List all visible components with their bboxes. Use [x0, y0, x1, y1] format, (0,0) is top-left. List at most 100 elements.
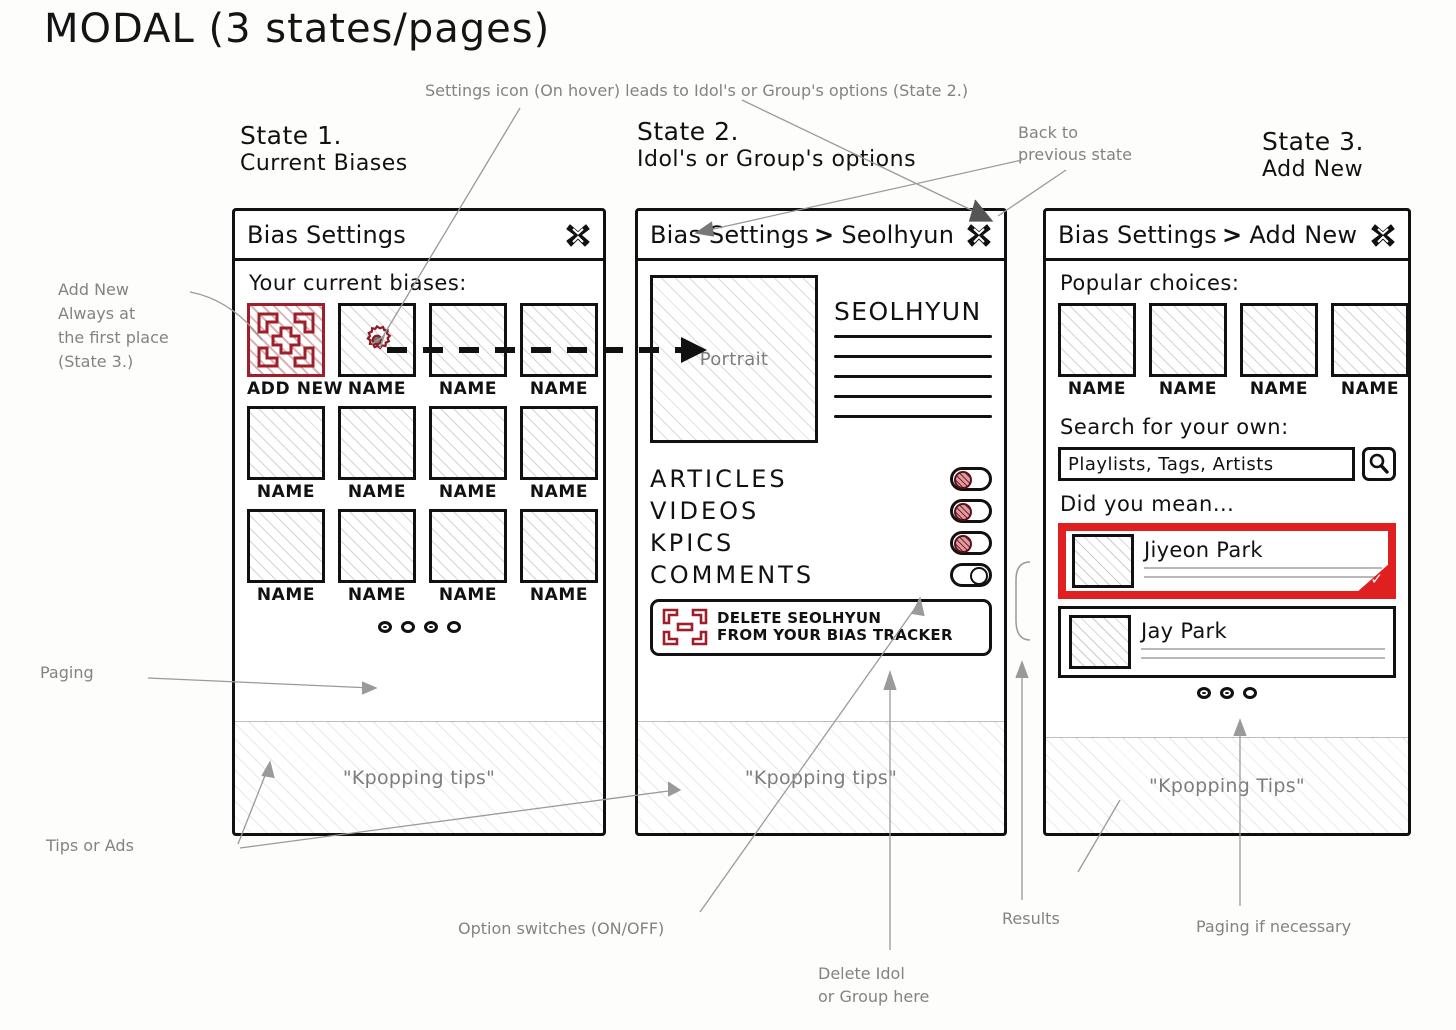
search-input[interactable]: Playlists, Tags, Artists — [1058, 447, 1355, 481]
paging-dot[interactable] — [377, 621, 392, 633]
bias-tile[interactable]: NAME — [338, 406, 416, 502]
state-1-caption-sub: Current Biases — [240, 151, 408, 176]
bias-tile-image[interactable] — [338, 509, 416, 583]
bias-tile[interactable]: NAME — [520, 509, 598, 605]
search-result-row-selected[interactable]: Jiyeon Park ✓ — [1058, 523, 1396, 599]
search-row: Playlists, Tags, Artists — [1058, 447, 1396, 481]
search-result-row[interactable]: Jay Park — [1058, 606, 1396, 678]
state-2-caption: State 2. Idol's or Group's options — [637, 118, 916, 173]
popular-choice-tile[interactable]: NAME — [1331, 303, 1409, 399]
result-name: Jiyeon Park — [1144, 537, 1263, 562]
bias-tile-label: NAME — [529, 585, 589, 605]
paging-dot[interactable] — [400, 621, 415, 633]
toggle-kpics[interactable] — [950, 531, 992, 555]
check-icon: ✓ — [1370, 570, 1383, 588]
tips-ads-text: "Kpopping tips" — [342, 766, 496, 789]
breadcrumb-root[interactable]: Bias Settings — [1058, 221, 1217, 249]
meta-line — [834, 335, 992, 338]
delete-button-text: DELETE SEOLHYUN FROM YOUR BIAS TRACKER — [717, 610, 953, 644]
close-icon[interactable] — [563, 220, 593, 250]
popular-choice-image[interactable] — [1240, 303, 1318, 377]
toggle-videos[interactable] — [950, 499, 992, 523]
state-3-caption-main: State 3. — [1262, 127, 1364, 156]
tips-ads-text: "Kpopping Tips" — [1149, 774, 1305, 797]
annotation-paging: Paging — [40, 663, 94, 682]
result-detail-line — [1144, 575, 1382, 578]
popular-choice-label: NAME — [1340, 379, 1400, 399]
idol-meta: SEOLHYUN — [834, 275, 992, 443]
paging-dot[interactable] — [1197, 687, 1211, 699]
bias-tile-image[interactable] — [520, 406, 598, 480]
delete-marker-icon — [662, 608, 708, 646]
result-thumbnail — [1069, 615, 1131, 669]
annotation-add-new: Add New Always at the first place (State… — [58, 280, 169, 371]
popular-choice-image[interactable] — [1331, 303, 1409, 377]
paging-dot[interactable] — [1220, 687, 1234, 699]
paging-dots[interactable] — [247, 621, 591, 633]
popular-choices-label: Popular choices: — [1060, 271, 1240, 295]
meta-line — [834, 395, 992, 398]
popular-choice-tile[interactable]: NAME — [1149, 303, 1227, 399]
bias-tile[interactable]: NAME — [429, 406, 507, 502]
meta-line — [834, 415, 992, 418]
bias-tile-label: NAME — [529, 482, 589, 502]
chevron-right-icon: > — [814, 220, 835, 249]
popular-choice-image[interactable] — [1149, 303, 1227, 377]
result-info: Jiyeon Park — [1144, 538, 1382, 585]
tips-ads-strip[interactable]: "Kpopping Tips" — [1046, 737, 1408, 833]
bias-tile-label: NAME — [529, 379, 589, 399]
option-row-kpics[interactable]: KPICS — [650, 529, 992, 557]
bias-tile[interactable]: NAME — [338, 509, 416, 605]
bias-tile[interactable]: NAME — [429, 509, 507, 605]
add-new-tile[interactable] — [247, 303, 325, 377]
close-icon[interactable] — [964, 220, 994, 250]
bias-tile-image[interactable] — [247, 509, 325, 583]
bias-tile-image[interactable] — [247, 406, 325, 480]
option-row-comments[interactable]: COMMENTS — [650, 561, 992, 589]
option-label: VIDEOS — [650, 497, 760, 525]
toggle-articles[interactable] — [950, 467, 992, 491]
delete-bias-button[interactable]: DELETE SEOLHYUN FROM YOUR BIAS TRACKER — [650, 599, 992, 656]
tips-ads-strip[interactable]: "Kpopping tips" — [638, 721, 1004, 833]
bias-tile-image[interactable] — [338, 406, 416, 480]
bias-tile-image[interactable] — [520, 509, 598, 583]
bias-tile-label: NAME — [256, 482, 316, 502]
option-row-articles[interactable]: ARTICLES — [650, 465, 992, 493]
annotation-paging-if-necessary: Paging if necessary — [1196, 917, 1352, 936]
panel-1-title: Bias Settings — [247, 220, 407, 249]
paging-dot[interactable] — [423, 621, 438, 633]
search-button[interactable] — [1362, 447, 1396, 481]
option-label: KPICS — [650, 529, 735, 557]
bias-tile-label: NAME — [438, 379, 498, 399]
close-icon[interactable] — [1368, 220, 1398, 250]
result-thumbnail — [1072, 534, 1134, 588]
bias-tile[interactable]: NAME — [247, 406, 325, 502]
state-1-caption: State 1. Current Biases — [240, 122, 408, 177]
bias-tile-label: NAME — [347, 379, 407, 399]
paging-dot[interactable] — [446, 621, 461, 633]
panel-3-body: Popular choices: NAME NAME NAME NAME Sea… — [1046, 261, 1409, 699]
bias-tile-label: NAME — [438, 482, 498, 502]
modal-state-2: Bias Settings > Seolhyun Portrait SEOLHYUN — [635, 208, 1007, 836]
result-detail-line — [1141, 656, 1385, 659]
tips-ads-strip[interactable]: "Kpopping tips" — [235, 721, 603, 833]
annotation-settings-icon: Settings icon (On hover) leads to Idol's… — [425, 81, 969, 100]
panel-1-header: Bias Settings — [235, 211, 603, 261]
bias-tile[interactable]: NAME — [520, 406, 598, 502]
result-detail-line — [1141, 647, 1385, 650]
tips-ads-text: "Kpopping tips" — [744, 766, 898, 789]
popular-choice-image[interactable] — [1058, 303, 1136, 377]
toggle-knob — [954, 503, 972, 521]
option-row-videos[interactable]: VIDEOS — [650, 497, 992, 525]
bias-tile[interactable]: NAME — [247, 509, 325, 605]
paging-dot[interactable] — [1243, 687, 1257, 699]
toggle-comments[interactable] — [950, 563, 992, 587]
popular-choice-tile[interactable]: NAME — [1058, 303, 1136, 399]
paging-dots[interactable] — [1058, 687, 1396, 699]
toggle-knob — [954, 471, 972, 489]
bias-tile-add-new[interactable]: ADD NEW — [247, 303, 342, 399]
bias-tile-image[interactable] — [429, 406, 507, 480]
bias-tile-image[interactable] — [429, 509, 507, 583]
breadcrumb-root[interactable]: Bias Settings — [650, 221, 809, 249]
popular-choice-tile[interactable]: NAME — [1240, 303, 1318, 399]
